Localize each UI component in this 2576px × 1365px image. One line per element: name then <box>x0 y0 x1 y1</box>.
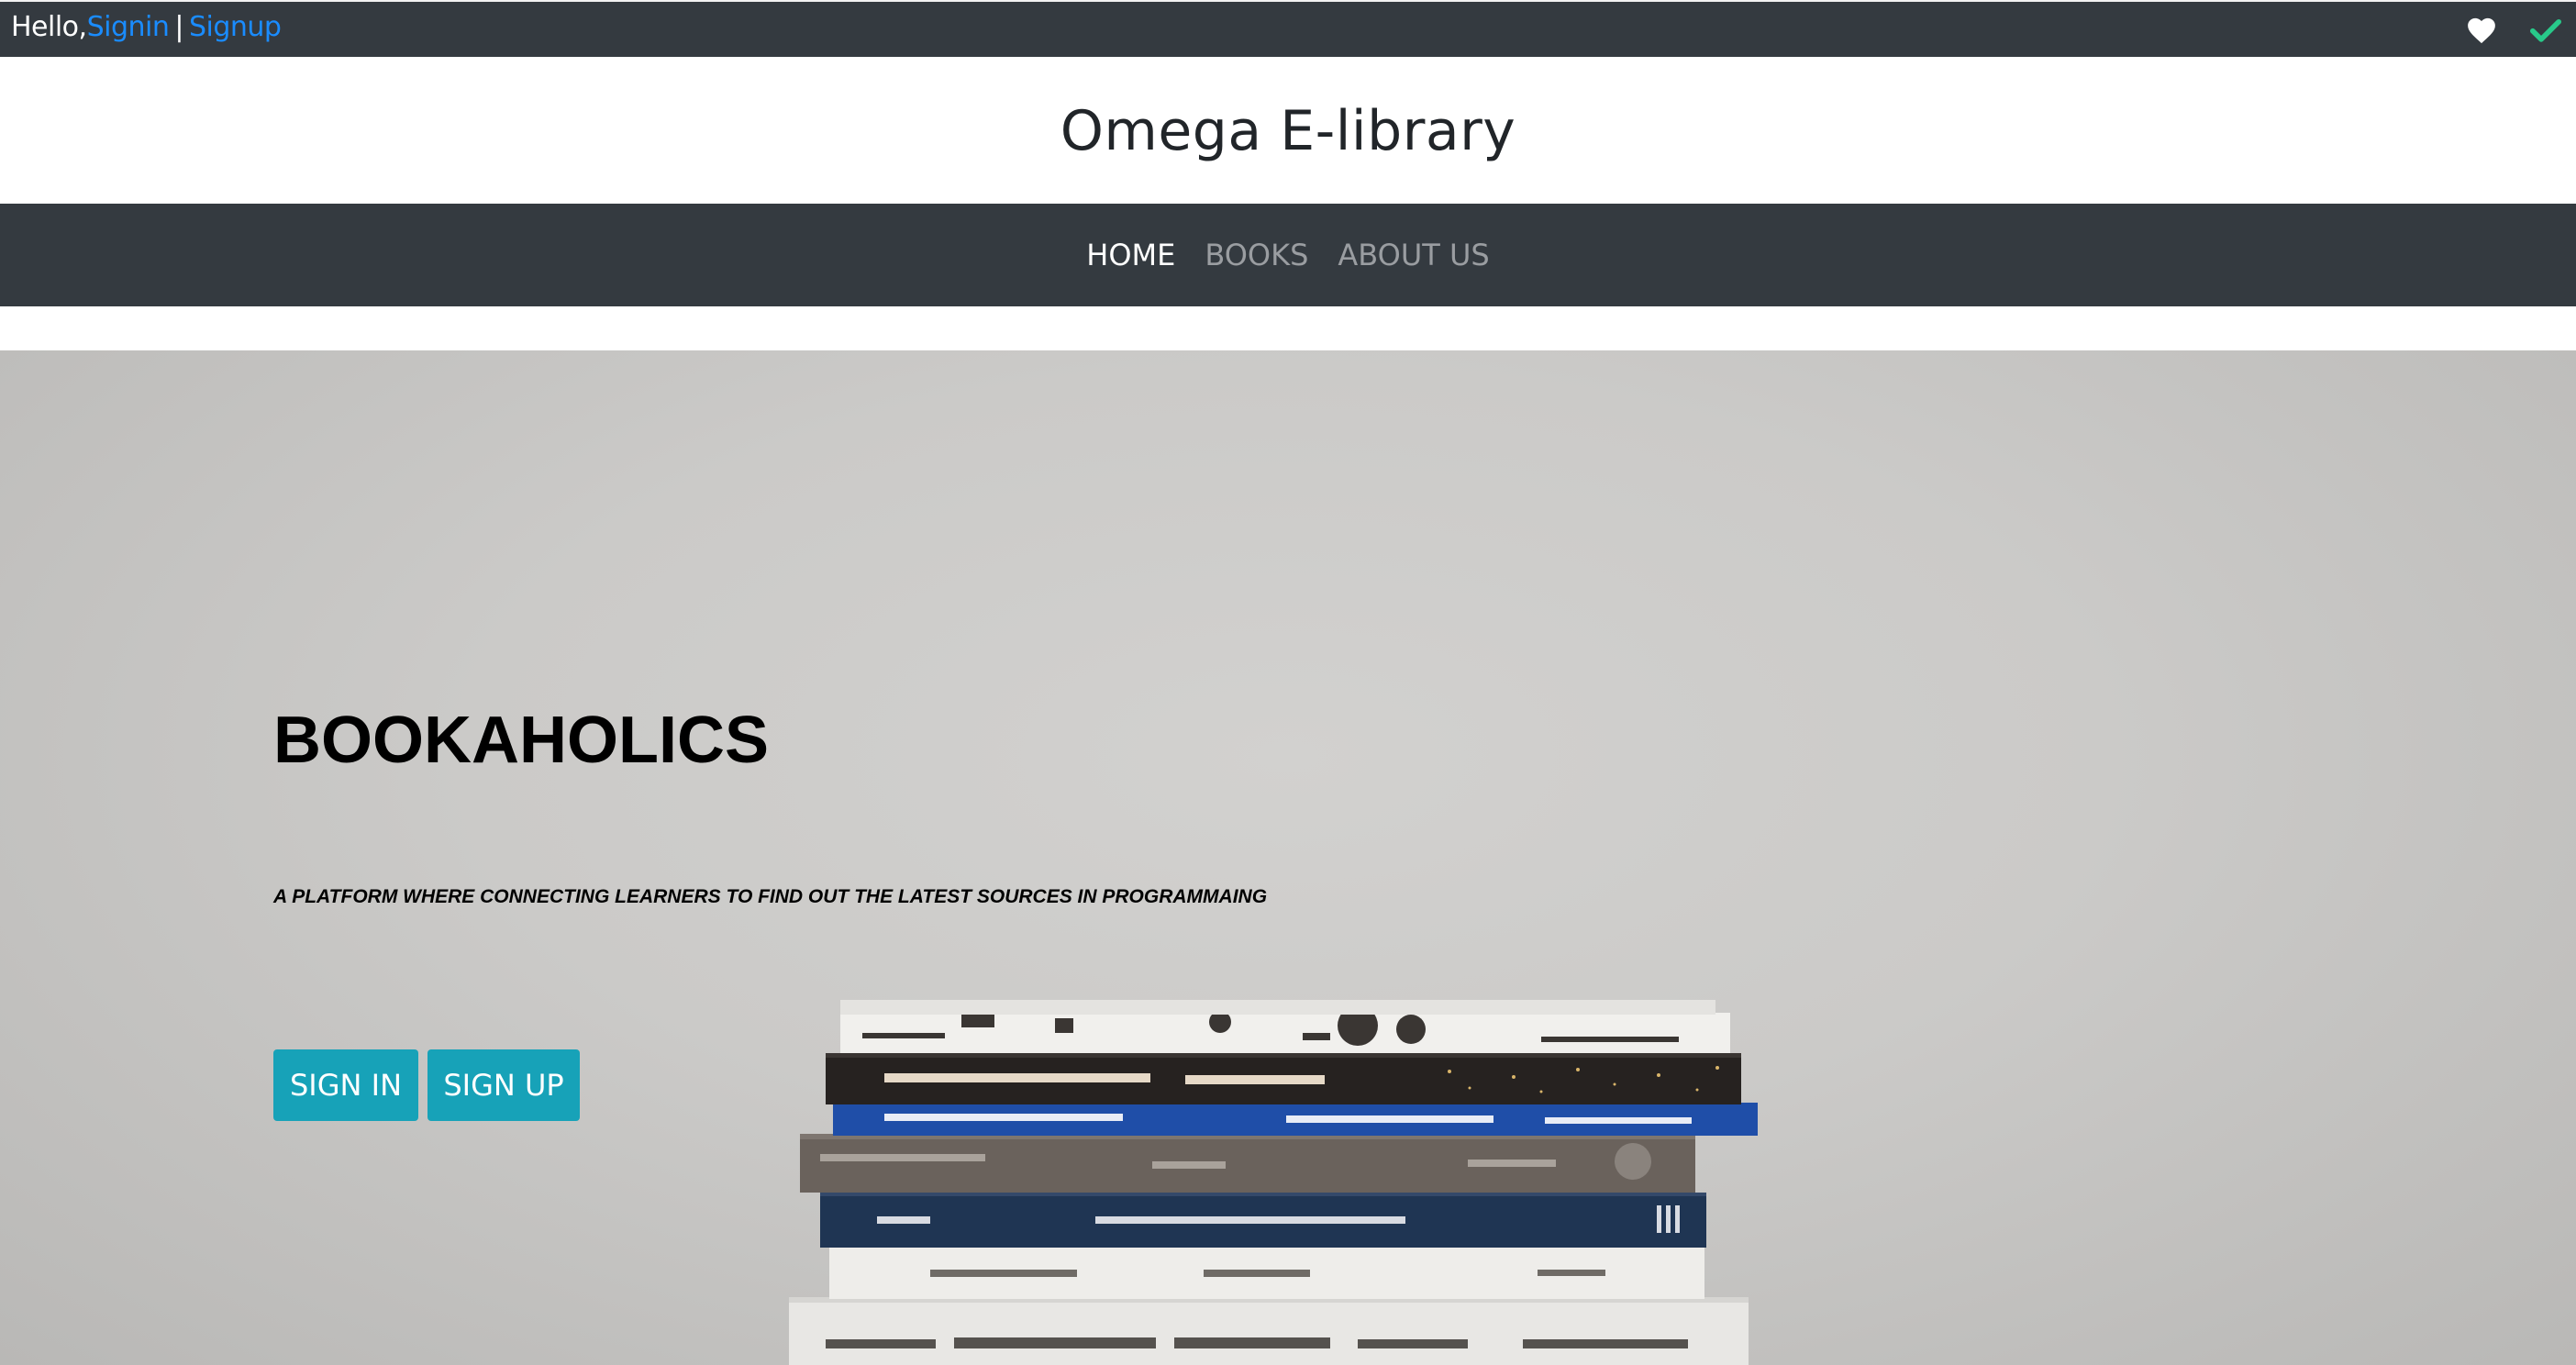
greeting: Hello,Signin | Signup <box>11 11 282 43</box>
nav-item-about-us[interactable]: ABOUT US <box>1323 238 1504 272</box>
hero-subtitle: A PLATFORM WHERE CONNECTING LEARNERS TO … <box>273 886 1268 907</box>
brand-header: Omega E-library <box>0 57 2576 204</box>
sign-in-button[interactable]: SIGN IN <box>273 1049 418 1121</box>
sign-up-button[interactable]: SIGN UP <box>427 1049 580 1121</box>
heart-icon[interactable] <box>2466 16 2497 45</box>
greeting-text: Hello, <box>11 11 87 43</box>
signin-link[interactable]: Signin <box>87 11 170 43</box>
link-separator: | <box>174 11 183 43</box>
hero-section: BOOKAHOLICS A PLATFORM WHERE CONNECTING … <box>0 350 2576 1365</box>
top-bar: Hello,Signin | Signup <box>0 0 2576 57</box>
site-title: Omega E-library <box>1060 99 1516 163</box>
nav-item-books[interactable]: BOOKS <box>1190 238 1323 272</box>
nav-list: HOME BOOKS ABOUT US <box>0 204 2576 306</box>
check-icon[interactable] <box>2530 17 2561 44</box>
hero-title: BOOKAHOLICS <box>273 704 769 777</box>
signup-link[interactable]: Signup <box>189 11 282 43</box>
book-stack-image <box>789 1000 1758 1365</box>
main-nav: HOME BOOKS ABOUT US <box>0 204 2576 306</box>
nav-item-home[interactable]: HOME <box>1071 238 1190 272</box>
